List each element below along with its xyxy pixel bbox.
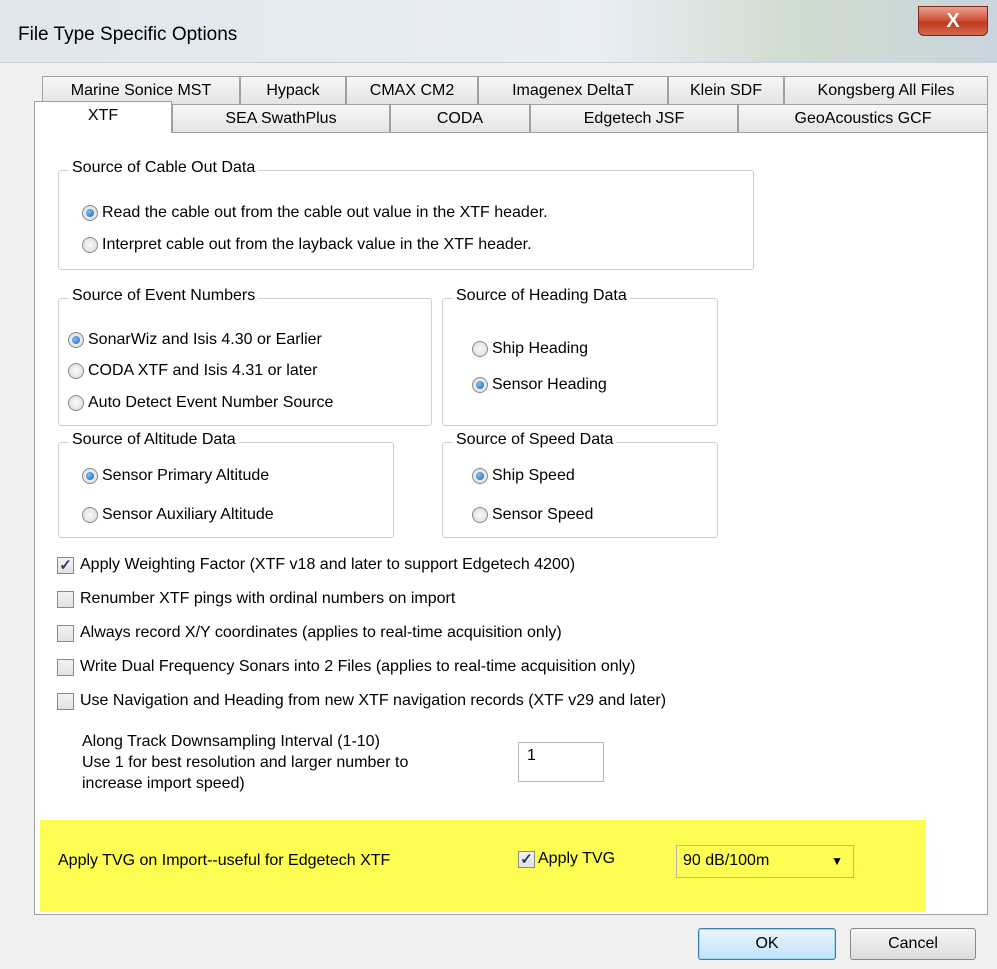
cable-out-radio-layback[interactable]: Interpret cable out from the layback val… xyxy=(82,236,532,254)
close-icon: X xyxy=(946,10,960,32)
tab-marine-sonic-mst[interactable]: Marine Sonice MST xyxy=(42,76,240,104)
radio-selected-icon xyxy=(472,377,488,393)
altitude-radio-primary[interactable]: Sensor Primary Altitude xyxy=(82,467,269,485)
title-bar[interactable]: File Type Specific Options X xyxy=(0,0,997,63)
radio-selected-icon xyxy=(82,205,98,221)
checkbox-label: Apply TVG xyxy=(538,850,616,867)
tab-edgetech-jsf[interactable]: Edgetech JSF xyxy=(530,104,738,132)
checkbox-unchecked-icon xyxy=(57,658,74,676)
checkbox-unchecked-icon xyxy=(57,692,74,710)
radio-label: Ship Speed xyxy=(492,467,575,484)
tab-kongsberg-all-files[interactable]: Kongsberg All Files xyxy=(784,76,988,104)
radio-label: Read the cable out from the cable out va… xyxy=(102,204,548,221)
checkbox-label: Renumber XTF pings with ordinal numbers … xyxy=(80,590,456,607)
checkbox-checked-icon: ✓ xyxy=(518,850,535,868)
radio-label: SonarWiz and Isis 4.30 or Earlier xyxy=(88,331,322,348)
checkbox-unchecked-icon xyxy=(57,624,74,642)
downsampling-label-line2: Use 1 for best resolution and larger num… xyxy=(82,754,409,771)
altitude-legend: Source of Altitude Data xyxy=(69,431,239,449)
downsampling-label-line3: increase import speed) xyxy=(82,775,245,792)
tab-sea-swathplus[interactable]: SEA SwathPlus xyxy=(172,104,390,132)
downsampling-input[interactable]: 1 xyxy=(518,742,604,782)
tab-hypack[interactable]: Hypack xyxy=(240,76,346,104)
heading-radio-ship[interactable]: Ship Heading xyxy=(472,340,588,358)
navigation-records-checkbox[interactable]: Use Navigation and Heading from new XTF … xyxy=(57,692,666,710)
cable-out-legend: Source of Cable Out Data xyxy=(69,159,259,177)
dual-frequency-checkbox[interactable]: Write Dual Frequency Sonars into 2 Files… xyxy=(57,658,636,676)
radio-unselected-icon xyxy=(82,507,98,523)
checkbox-label: Use Navigation and Heading from new XTF … xyxy=(80,692,667,709)
apply-tvg-checkbox[interactable]: ✓ Apply TVG xyxy=(518,850,615,868)
heading-radio-sensor[interactable]: Sensor Heading xyxy=(472,376,607,394)
speed-legend: Source of Speed Data xyxy=(453,431,617,449)
radio-label: CODA XTF and Isis 4.31 or later xyxy=(88,362,318,379)
radio-label: Interpret cable out from the layback val… xyxy=(102,236,532,253)
tvg-gain-dropdown[interactable]: 90 dB/100m ▼ xyxy=(676,845,854,878)
tab-klein-sdf[interactable]: Klein SDF xyxy=(668,76,784,104)
checkbox-label: Apply Weighting Factor (XTF v18 and late… xyxy=(80,556,576,573)
cancel-button[interactable]: Cancel xyxy=(850,928,976,960)
radio-unselected-icon xyxy=(472,507,488,523)
heading-group: Source of Heading Data xyxy=(442,287,718,426)
tab-cmax-cm2[interactable]: CMAX CM2 xyxy=(346,76,478,104)
radio-label: Auto Detect Event Number Source xyxy=(88,394,334,411)
altitude-radio-auxiliary[interactable]: Sensor Auxiliary Altitude xyxy=(82,506,274,524)
dropdown-value: 90 dB/100m xyxy=(683,852,770,869)
tab-coda[interactable]: CODA xyxy=(390,104,530,132)
radio-label: Ship Heading xyxy=(492,340,589,357)
radio-unselected-icon xyxy=(68,395,84,411)
event-radio-auto[interactable]: Auto Detect Event Number Source xyxy=(68,394,333,412)
cable-out-radio-header[interactable]: Read the cable out from the cable out va… xyxy=(82,204,548,222)
radio-selected-icon xyxy=(472,468,488,484)
checkbox-unchecked-icon xyxy=(57,590,74,608)
radio-selected-icon xyxy=(68,332,84,348)
checkbox-checked-icon: ✓ xyxy=(57,556,74,574)
close-button[interactable]: X xyxy=(918,6,988,36)
event-numbers-legend: Source of Event Numbers xyxy=(69,287,259,305)
heading-legend: Source of Heading Data xyxy=(453,287,630,305)
radio-label: Sensor Heading xyxy=(492,376,607,393)
ok-button[interactable]: OK xyxy=(698,928,836,960)
tab-xtf[interactable]: XTF xyxy=(34,101,172,133)
radio-label: Sensor Auxiliary Altitude xyxy=(102,506,274,523)
renumber-pings-checkbox[interactable]: Renumber XTF pings with ordinal numbers … xyxy=(57,590,455,608)
radio-unselected-icon xyxy=(82,237,98,253)
weighting-factor-checkbox[interactable]: ✓ Apply Weighting Factor (XTF v18 and la… xyxy=(57,556,575,574)
speed-radio-sensor[interactable]: Sensor Speed xyxy=(472,506,593,524)
radio-unselected-icon xyxy=(472,341,488,357)
tvg-label: Apply TVG on Import--useful for Edgetech… xyxy=(58,852,391,869)
checkbox-label: Write Dual Frequency Sonars into 2 Files… xyxy=(80,658,636,675)
tab-geoacoustics-gcf[interactable]: GeoAcoustics GCF xyxy=(738,104,988,132)
checkbox-label: Always record X/Y coordinates (applies t… xyxy=(80,624,562,641)
downsampling-label-line1: Along Track Downsampling Interval (1-10) xyxy=(82,733,380,750)
dialog-window: File Type Specific Options X Marine Soni… xyxy=(0,0,997,969)
radio-selected-icon xyxy=(82,468,98,484)
window-title: File Type Specific Options xyxy=(18,24,238,45)
radio-label: Sensor Primary Altitude xyxy=(102,467,270,484)
speed-radio-ship[interactable]: Ship Speed xyxy=(472,467,575,485)
tab-imagenex-deltat[interactable]: Imagenex DeltaT xyxy=(478,76,668,104)
radio-unselected-icon xyxy=(68,363,84,379)
event-radio-sonarwiz[interactable]: SonarWiz and Isis 4.30 or Earlier xyxy=(68,331,322,349)
event-radio-coda[interactable]: CODA XTF and Isis 4.31 or later xyxy=(68,362,317,380)
radio-label: Sensor Speed xyxy=(492,506,594,523)
chevron-down-icon: ▼ xyxy=(831,854,843,868)
record-xy-checkbox[interactable]: Always record X/Y coordinates (applies t… xyxy=(57,624,562,642)
